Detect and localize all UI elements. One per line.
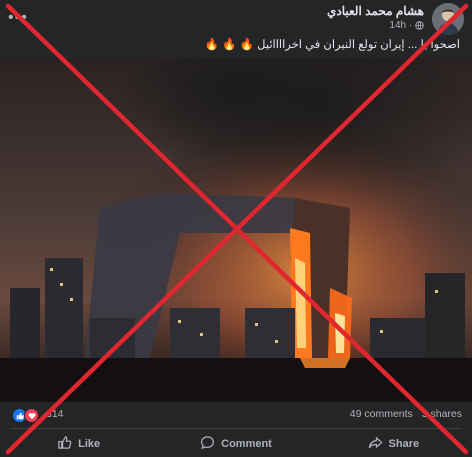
facebook-post: ••• هشام محمد العبادي 14h · اصحوا يا ...… (0, 0, 472, 457)
post-timestamp[interactable]: 14h (389, 20, 406, 31)
avatar[interactable] (432, 3, 464, 35)
share-label: Share (388, 437, 420, 450)
comment-bubble-icon (200, 435, 215, 453)
author-block: هشام محمد العبادي 14h · (327, 4, 424, 32)
more-options-icon[interactable]: ••• (8, 10, 32, 26)
globe-icon (415, 20, 424, 31)
reactions-bar: 314 49 comments 3 shares (0, 404, 472, 426)
fire-building-image (0, 58, 472, 402)
like-button[interactable]: Like (0, 430, 157, 457)
comment-button[interactable]: Comment (157, 430, 314, 457)
like-label: Like (78, 437, 101, 450)
comments-count[interactable]: 49 comments (350, 408, 413, 420)
post-header: ••• هشام محمد العبادي 14h · (0, 0, 472, 36)
post-photo[interactable] (0, 58, 472, 402)
post-caption: اصحوا يا ... إيران تولع النيران في اخراا… (204, 39, 460, 51)
author-name[interactable]: هشام محمد العبادي (327, 4, 424, 19)
reaction-count[interactable]: 314 (46, 408, 64, 420)
engagement-counts: 49 comments 3 shares (344, 408, 462, 420)
reaction-icons[interactable] (12, 408, 39, 423)
post-actions: Like Comment Share (0, 430, 472, 457)
divider (10, 428, 462, 429)
share-arrow-icon (368, 435, 383, 453)
shares-count[interactable]: 3 shares (422, 408, 462, 420)
post-meta: 14h · (327, 19, 424, 32)
comment-label: Comment (221, 437, 272, 450)
thumbs-up-icon (57, 435, 72, 453)
love-reaction-icon (24, 408, 39, 423)
share-button[interactable]: Share (315, 430, 472, 457)
